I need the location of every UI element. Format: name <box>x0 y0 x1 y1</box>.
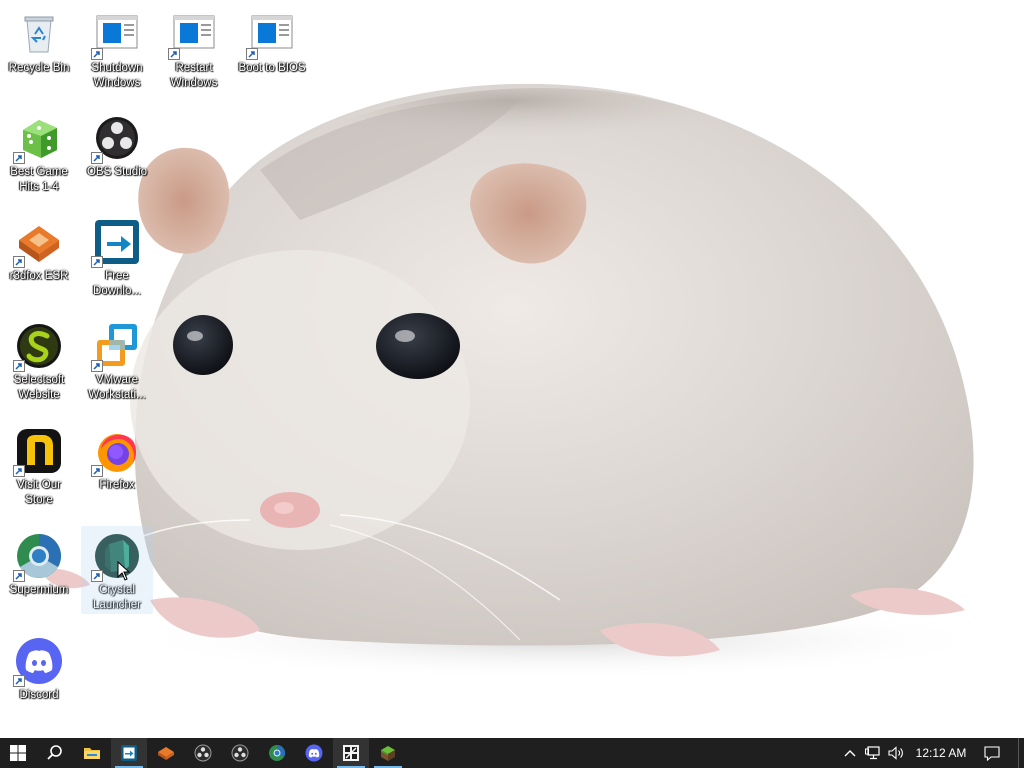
discord-icon <box>13 637 63 687</box>
desktop-icon-label: VMware Workstati... <box>88 374 146 401</box>
shortcut-arrow-icon <box>91 465 103 477</box>
shortcut-arrow-icon <box>91 48 103 60</box>
desktop-icon-label: Boot to BIOS <box>238 62 306 74</box>
desktop-icon-r3dfox-esr[interactable]: r3dfox ESR <box>2 218 76 284</box>
clock[interactable]: 12:12 AM <box>908 738 974 768</box>
download-manager-icon <box>91 218 141 268</box>
search-button[interactable] <box>37 738 73 768</box>
desktop-icon-label: Visit Our Store <box>17 479 61 506</box>
shortcut-arrow-icon <box>246 48 258 60</box>
shortcut-arrow-icon <box>91 152 103 164</box>
desktop-icon-label: Restart Windows <box>170 62 218 89</box>
discord-icon <box>305 744 323 762</box>
desktop[interactable]: Recycle Bin Shutdown Windows Restart Win… <box>0 0 1024 738</box>
shortcut-arrow-icon <box>91 570 103 582</box>
desktop-icon-label: Selectsoft Website <box>13 374 65 401</box>
selectsoft-icon <box>13 322 63 372</box>
desktop-icon-label: OBS Studio <box>86 166 148 178</box>
action-center-button[interactable] <box>978 738 1006 768</box>
app-window-icon <box>343 745 359 761</box>
supermium-icon <box>269 744 286 761</box>
taskbar-supermium[interactable] <box>259 738 295 768</box>
desktop-icon-best-game-hits[interactable]: Best Game Hits 1-4 <box>2 114 76 195</box>
desktop-icon-label: Supermium <box>9 584 69 596</box>
shortcut-arrow-icon <box>13 256 25 268</box>
folder-icon <box>84 748 100 759</box>
desktop-icon-supermium[interactable]: Supermium <box>2 532 76 598</box>
desktop-icon-label: Recycle Bin <box>8 62 70 74</box>
shortcut-arrow-icon <box>13 465 25 477</box>
desktop-icon-obs-studio[interactable]: OBS Studio <box>80 114 154 180</box>
taskbar-download-manager[interactable] <box>111 738 147 768</box>
desktop-icon-label: Best Game Hits 1-4 <box>10 166 68 193</box>
taskbar-app-window[interactable] <box>333 738 369 768</box>
desktop-icon-selectsoft-website[interactable]: Selectsoft Website <box>2 322 76 403</box>
vmware-icon <box>91 322 141 372</box>
desktop-icon-label: Free Downlo... <box>93 270 141 297</box>
grass-block-icon <box>381 746 395 761</box>
supermium-icon <box>13 532 63 582</box>
dice-icon <box>13 114 63 164</box>
notification-icon <box>984 745 1000 761</box>
desktop-icon-recycle-bin[interactable]: Recycle Bin <box>2 10 76 76</box>
desktop-icon-visit-our-store[interactable]: Visit Our Store <box>2 427 76 508</box>
start-button[interactable] <box>0 738 36 768</box>
desktop-icon-label: Firefox <box>99 479 135 491</box>
taskbar-obs-studio-2[interactable] <box>222 738 258 768</box>
desktop-icon-discord[interactable]: Discord <box>2 637 76 703</box>
chevron-up-icon <box>844 750 856 757</box>
shortcut-arrow-icon <box>13 675 25 687</box>
desktop-icon-free-download-manager[interactable]: Free Downlo... <box>80 218 154 299</box>
firefox-icon <box>91 427 141 477</box>
shutdown-shortcut-icon <box>91 10 141 60</box>
shortcut-arrow-icon <box>91 256 103 268</box>
network-tray-button[interactable] <box>862 738 884 768</box>
desktop-icon-firefox[interactable]: Firefox <box>80 427 154 493</box>
taskbar-minecraft[interactable] <box>370 738 406 768</box>
store-icon <box>13 427 63 477</box>
recycle-bin-icon <box>15 10 63 58</box>
shortcut-arrow-icon <box>13 570 25 582</box>
taskbar-r3dfox[interactable] <box>148 738 184 768</box>
desktop-icon-vmware-workstation[interactable]: VMware Workstati... <box>80 322 154 403</box>
show-hidden-icons-button[interactable] <box>840 738 860 768</box>
desktop-icon-label: Shutdown Windows <box>91 62 143 89</box>
obs-icon <box>194 744 212 762</box>
restart-shortcut-icon <box>168 10 218 60</box>
taskbar-file-explorer[interactable] <box>74 738 110 768</box>
volume-tray-button[interactable] <box>886 738 908 768</box>
taskbar: 12:12 AM <box>0 738 1024 768</box>
windows-logo-icon <box>10 745 26 761</box>
show-desktop-button[interactable] <box>1018 738 1024 768</box>
r3dfox-icon <box>158 747 174 760</box>
search-icon <box>47 745 62 760</box>
taskbar-obs-studio-1[interactable] <box>185 738 221 768</box>
desktop-icon-label: r3dfox ESR <box>9 270 69 282</box>
desktop-icon-label: Discord <box>19 689 59 701</box>
taskbar-discord[interactable] <box>296 738 332 768</box>
desktop-icon-boot-to-bios[interactable]: Boot to BIOS <box>235 10 309 76</box>
network-icon <box>865 746 880 760</box>
shortcut-arrow-icon <box>91 360 103 372</box>
speaker-icon <box>888 746 903 760</box>
download-manager-icon <box>121 745 137 761</box>
r3dfox-icon <box>13 218 63 268</box>
obs-icon <box>91 114 141 164</box>
mouse-cursor-icon <box>117 561 131 581</box>
shortcut-arrow-icon <box>168 48 180 60</box>
shortcut-arrow-icon <box>13 360 25 372</box>
obs-icon <box>231 744 249 762</box>
bios-shortcut-icon <box>246 10 296 60</box>
shortcut-arrow-icon <box>13 152 25 164</box>
desktop-icon-shutdown-windows[interactable]: Shutdown Windows <box>80 10 154 91</box>
desktop-icon-restart-windows[interactable]: Restart Windows <box>157 10 231 91</box>
